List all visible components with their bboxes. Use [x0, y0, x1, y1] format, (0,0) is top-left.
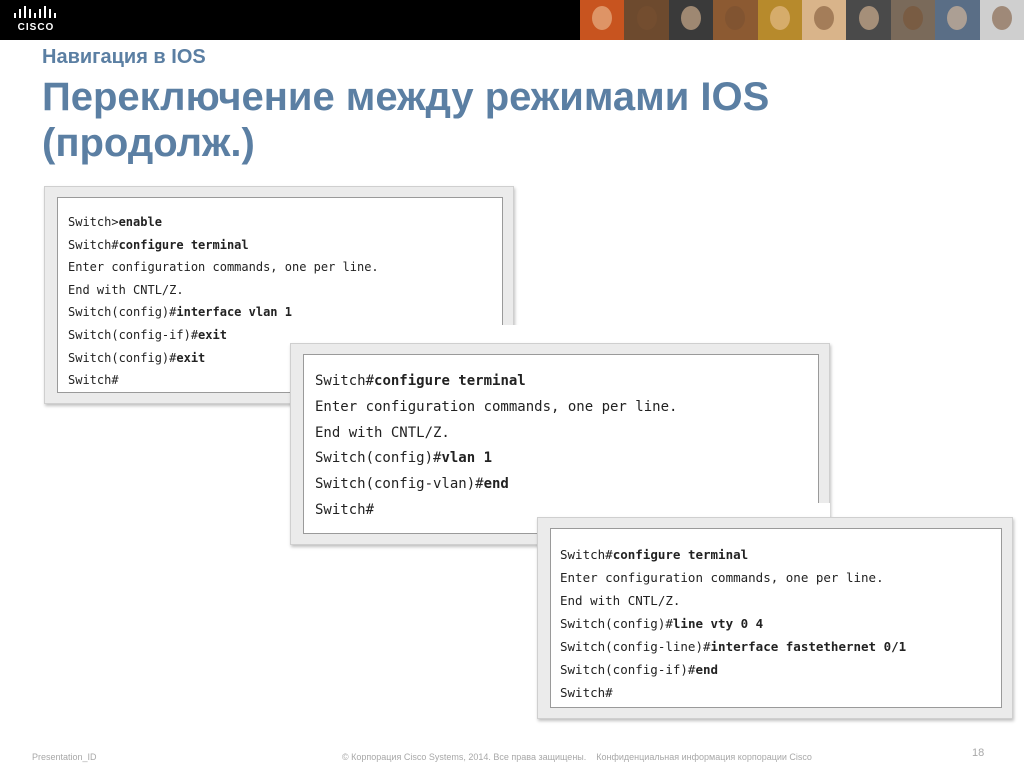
terminal-prompt: Switch# — [315, 501, 375, 518]
person-photo — [979, 0, 1024, 40]
face-shape — [725, 6, 746, 30]
terminal-line: Switch(config-vlan)#end — [315, 472, 818, 498]
terminal-prompt: End with CNTL/Z. — [68, 282, 184, 297]
person-photo — [668, 0, 714, 40]
terminal-prompt: Enter configuration commands, one per li… — [560, 570, 884, 585]
terminal-line: Switch#configure terminal — [560, 543, 1001, 566]
logo-wordmark: CISCO — [17, 22, 55, 33]
face-shape — [636, 6, 657, 30]
terminal-command: interface vlan 1 — [176, 305, 292, 320]
terminal-line: Switch#configure terminal — [315, 369, 818, 395]
terminal-line: End with CNTL/Z. — [315, 421, 818, 447]
terminal-line: Switch#configure terminal — [68, 234, 502, 257]
terminal-line: Switch(config-if)#end — [560, 658, 1001, 681]
face-shape — [947, 6, 968, 30]
person-photo — [846, 0, 891, 40]
terminal-command: exit — [198, 327, 227, 342]
terminal-prompt: Switch# — [560, 547, 613, 562]
terminal-prompt: End with CNTL/Z. — [315, 424, 450, 441]
terminal-command: line vty 0 4 — [672, 616, 764, 631]
terminal-prompt: Switch(config)# — [560, 616, 673, 631]
face-shape — [814, 6, 835, 30]
terminal-prompt: Switch(config)# — [68, 305, 177, 320]
page-number: 18 — [972, 747, 985, 759]
terminal-panel-3: Switch#configure terminal Enter configura… — [537, 517, 1013, 719]
terminal-line: End with CNTL/Z. — [560, 589, 1001, 612]
overlap-mask — [278, 325, 528, 345]
face-shape — [903, 6, 924, 30]
copyright-notice: © Корпорация Cisco Systems, 2014. Все пр… — [342, 752, 812, 762]
terminal-command: configure terminal — [374, 373, 526, 389]
terminal-prompt: Switch# — [68, 373, 119, 388]
terminal-prompt: Switch# — [68, 237, 119, 252]
terminal-command: vlan 1 — [441, 450, 493, 467]
terminal-command: configure terminal — [612, 547, 749, 562]
slide-title: Переключение между режимами IOS (продолж… — [42, 75, 770, 165]
terminal-command: enable — [118, 215, 162, 229]
terminal-line: Switch(config)#vlan 1 — [315, 446, 818, 472]
presentation-id: Presentation_ID — [32, 752, 97, 762]
people-photo-strip — [580, 0, 1024, 40]
terminal-prompt: Switch# — [560, 685, 613, 700]
terminal-command: configure terminal — [118, 237, 249, 252]
terminal-output-3: Switch#configure terminal Enter configura… — [550, 528, 1002, 708]
terminal-command: end — [695, 662, 719, 677]
person-photo — [580, 0, 625, 40]
terminal-prompt: Switch(config-if)# — [68, 327, 199, 342]
terminal-line: Switch(config-line)#interface fastethern… — [560, 635, 1001, 658]
top-banner: CISCO — [0, 0, 1024, 40]
section-subtitle: Навигация в IOS — [42, 46, 206, 68]
person-photo — [802, 0, 847, 40]
person-photo — [935, 0, 980, 40]
face-shape — [991, 6, 1012, 30]
person-photo — [624, 0, 669, 40]
terminal-prompt: Switch(config)# — [68, 350, 177, 365]
face-shape — [681, 6, 702, 30]
terminal-prompt: Switch(config)# — [315, 450, 442, 467]
cisco-bridge-icon — [14, 6, 56, 18]
terminal-line: Switch>enable — [68, 211, 502, 234]
cisco-logo: CISCO — [10, 4, 62, 36]
terminal-prompt: End with CNTL/Z. — [560, 593, 681, 608]
terminal-prompt: Switch> — [68, 215, 119, 229]
terminal-prompt: Switch(config-vlan)# — [315, 476, 484, 493]
face-shape — [592, 6, 613, 30]
terminal-prompt: Enter configuration commands, one per li… — [68, 260, 379, 275]
terminal-line: End with CNTL/Z. — [68, 279, 502, 302]
face-shape — [858, 6, 879, 30]
terminal-command: end — [483, 476, 509, 493]
terminal-prompt: Switch(config-line)# — [560, 639, 711, 654]
terminal-line: Enter configuration commands, one per li… — [560, 566, 1001, 589]
terminal-prompt: Switch(config-if)# — [560, 662, 696, 677]
terminal-line: Switch(config)#interface vlan 1 — [68, 301, 502, 324]
terminal-line: Enter configuration commands, one per li… — [68, 256, 502, 279]
terminal-line: Switch(config)#line vty 0 4 — [560, 612, 1001, 635]
person-photo — [890, 0, 936, 40]
terminal-line: Enter configuration commands, one per li… — [315, 395, 818, 421]
terminal-command: interface fastethernet 0/1 — [710, 639, 907, 654]
terminal-prompt: Switch# — [315, 373, 375, 389]
face-shape — [769, 6, 790, 30]
terminal-line: Switch# — [560, 681, 1001, 704]
terminal-prompt: Enter configuration commands, one per li… — [315, 398, 678, 415]
terminal-command: exit — [176, 350, 206, 365]
person-photo — [757, 0, 803, 40]
person-photo — [713, 0, 758, 40]
